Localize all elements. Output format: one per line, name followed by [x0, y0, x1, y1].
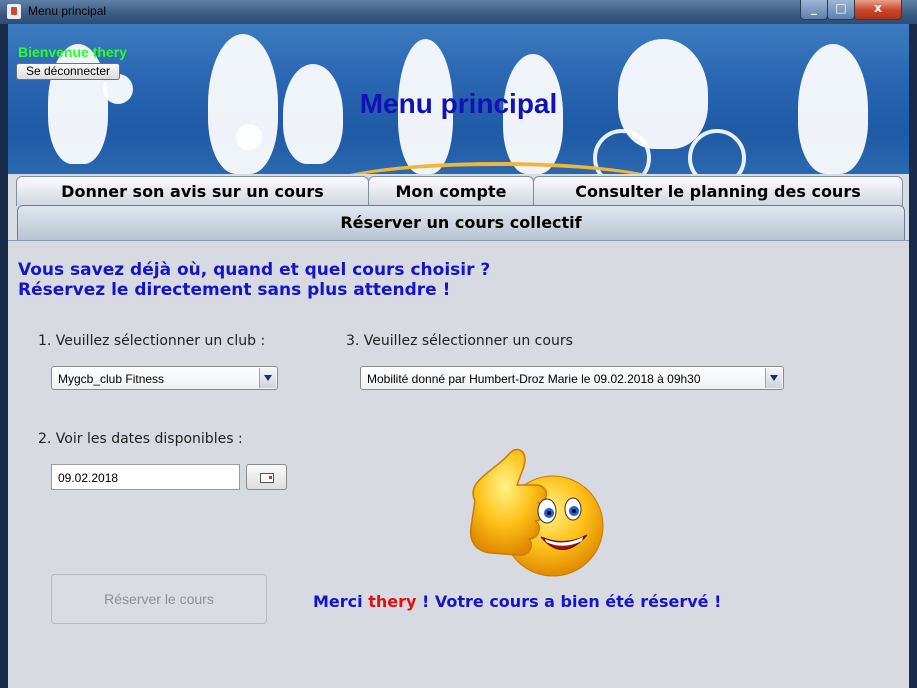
dates-label: 2. Voir les dates disponibles :	[38, 431, 243, 447]
tab-mon-compte[interactable]: Mon compte	[368, 176, 534, 206]
thumbs-up-smiley-icon	[469, 448, 604, 577]
calendar-button[interactable]	[246, 464, 287, 490]
tab-reserver-cours[interactable]: Réserver un cours collectif	[17, 205, 905, 240]
close-button[interactable]: x	[854, 0, 902, 20]
dropdown-arrow-icon[interactable]	[765, 368, 782, 388]
java-app-icon	[7, 4, 21, 19]
title-bar[interactable]: Menu principal _ □ x	[0, 0, 917, 24]
date-field-value: 09.02.2018	[58, 471, 119, 485]
club-label: 1. Veuillez sélectionner un club :	[38, 333, 266, 349]
confirmation-prefix: Merci	[313, 592, 369, 611]
logout-button[interactable]: Se déconnecter	[16, 63, 120, 80]
cours-select[interactable]: Mobilité donné par Humbert-Droz Marie le…	[360, 366, 784, 390]
sports-banner: Bienvenue thery Se déconnecter Menu prin…	[8, 24, 909, 178]
cours-label: 3. Veuillez sélectionner un cours	[346, 333, 573, 349]
tab-donner-avis[interactable]: Donner son avis sur un cours	[16, 176, 369, 206]
ball-icon	[236, 124, 262, 150]
confirmation-message: Merci thery ! Votre cours a bien été rés…	[313, 592, 721, 611]
date-field[interactable]: 09.02.2018	[51, 464, 240, 490]
bicycle-wheel	[688, 129, 746, 178]
dropdown-arrow-icon[interactable]	[259, 368, 276, 388]
calendar-icon	[260, 473, 274, 483]
club-select[interactable]: Mygcb_club Fitness	[51, 366, 278, 390]
tab-bar: Donner son avis sur un cours Mon compte …	[8, 174, 909, 240]
confirmation-suffix: ! Votre cours a bien été réservé !	[416, 592, 722, 611]
confirmation-username: thery	[368, 592, 417, 611]
minimize-button[interactable]: _	[800, 0, 828, 20]
banner-title: Menu principal	[359, 88, 558, 119]
headline: Vous savez déjà où, quand et quel cours …	[18, 260, 490, 300]
headline-line-2: Réservez le directement sans plus attend…	[18, 280, 451, 300]
window-title: Menu principal	[28, 4, 107, 18]
tab-consulter-planning[interactable]: Consulter le planning des cours	[533, 176, 903, 206]
reserve-course-button[interactable]: Réserver le cours	[51, 574, 267, 624]
welcome-message: Bienvenue thery	[18, 44, 127, 60]
cours-select-value: Mobilité donné par Humbert-Droz Marie le…	[367, 372, 701, 386]
reservation-panel: Vous savez déjà où, quand et quel cours …	[8, 240, 909, 688]
maximize-button[interactable]: □	[827, 0, 855, 20]
club-select-value: Mygcb_club Fitness	[58, 372, 165, 386]
headline-line-1: Vous savez déjà où, quand et quel cours …	[18, 260, 491, 280]
application-window: Menu principal _ □ x Bienvenue thery Se …	[0, 0, 917, 688]
